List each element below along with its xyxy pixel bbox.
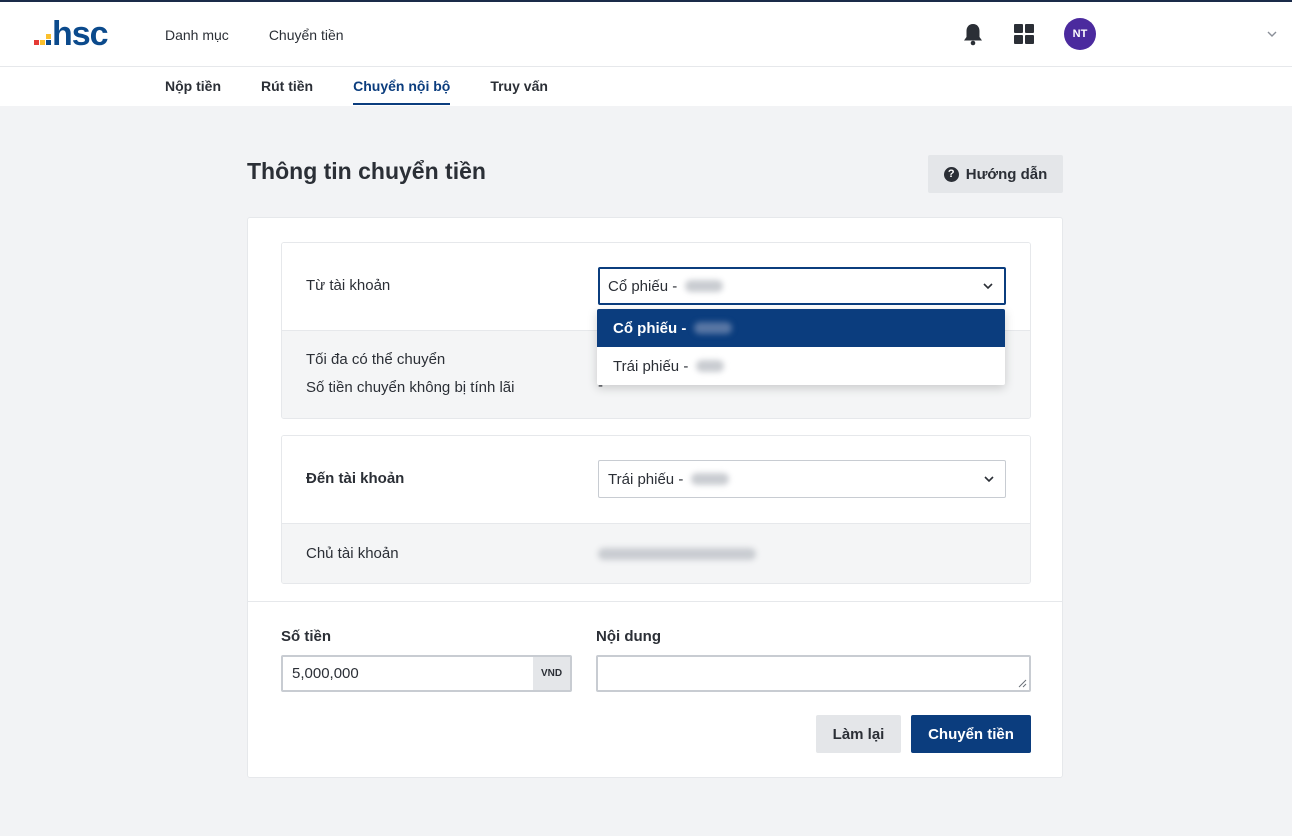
- masked-account-number: [696, 360, 725, 372]
- avatar[interactable]: NT: [1064, 18, 1096, 50]
- amount-input[interactable]: 5,000,000 VND: [281, 655, 572, 692]
- max-transfer-label: Tối đa có thể chuyển: [306, 351, 446, 368]
- currency-unit: VND: [533, 657, 570, 690]
- content-label: Nội dung: [596, 628, 661, 645]
- chevron-down-icon[interactable]: [1266, 28, 1278, 40]
- dropdown-option-trai-phieu[interactable]: Trái phiếu -: [597, 347, 1005, 385]
- to-account-value: Trái phiếu -: [608, 470, 684, 488]
- logo-text: hsc: [52, 15, 109, 53]
- logo-dots: [34, 18, 52, 50]
- from-account-dropdown: Cổ phiếu - Trái phiếu -: [597, 309, 1005, 385]
- masked-owner-name: [598, 548, 756, 560]
- hsc-logo[interactable]: hsc: [34, 15, 109, 53]
- to-account-label: Đến tài khoản: [306, 470, 405, 487]
- masked-account-number: [694, 322, 733, 334]
- resize-handle-icon[interactable]: [1018, 679, 1027, 688]
- top-nav-danh-muc[interactable]: Danh mục: [165, 27, 229, 43]
- guide-button-label: Hướng dẫn: [965, 165, 1048, 183]
- amount-value: 5,000,000: [292, 665, 359, 682]
- masked-account-number: [685, 280, 724, 292]
- tab-rut-tien[interactable]: Rút tiền: [261, 67, 313, 106]
- option-label: Cổ phiếu -: [613, 319, 687, 337]
- to-account-panel: Đến tài khoản Trái phiếu - Chủ tài khoản: [281, 435, 1031, 584]
- help-icon: ?: [943, 166, 959, 182]
- page-title: Thông tin chuyển tiền: [247, 158, 486, 184]
- top-nav: Danh mục Chuyển tiền: [165, 2, 344, 67]
- top-nav-chuyen-tien[interactable]: Chuyển tiền: [269, 27, 344, 43]
- amount-label: Số tiền: [281, 628, 332, 645]
- submit-transfer-button[interactable]: Chuyển tiền: [911, 715, 1031, 753]
- divider: [248, 601, 1062, 602]
- option-label: Trái phiếu -: [613, 357, 689, 375]
- content-textarea[interactable]: [596, 655, 1031, 692]
- account-owner-label: Chủ tài khoản: [306, 545, 399, 562]
- no-interest-label: Số tiền chuyển không bị tính lãi: [306, 379, 515, 396]
- chevron-down-icon: [984, 476, 994, 483]
- reset-button[interactable]: Làm lại: [816, 715, 901, 753]
- guide-button[interactable]: ? Hướng dẫn: [928, 155, 1063, 193]
- from-account-label: Từ tài khoản: [306, 277, 391, 294]
- from-account-select[interactable]: Cổ phiếu -: [598, 267, 1006, 305]
- from-account-value: Cổ phiếu -: [608, 277, 678, 295]
- to-account-select[interactable]: Trái phiếu -: [598, 460, 1006, 498]
- dropdown-option-co-phieu[interactable]: Cổ phiếu -: [597, 309, 1005, 347]
- chevron-down-icon: [983, 283, 993, 290]
- transfer-card: Từ tài khoản Cổ phiếu - Tối đa có thể ch…: [247, 217, 1063, 778]
- bell-icon[interactable]: [962, 22, 984, 46]
- apps-grid-icon[interactable]: [1014, 24, 1034, 44]
- masked-account-number: [691, 473, 730, 485]
- tab-truy-van[interactable]: Truy vấn: [490, 67, 548, 106]
- tab-nop-tien[interactable]: Nộp tiền: [165, 67, 221, 106]
- tab-chuyen-noi-bo[interactable]: Chuyển nội bộ: [353, 67, 451, 106]
- header-actions: NT: [962, 18, 1096, 50]
- app-header: hsc Danh mục Chuyển tiền NT: [0, 2, 1292, 67]
- sub-nav: Nộp tiền Rút tiền Chuyển nội bộ Truy vấn: [0, 67, 1292, 106]
